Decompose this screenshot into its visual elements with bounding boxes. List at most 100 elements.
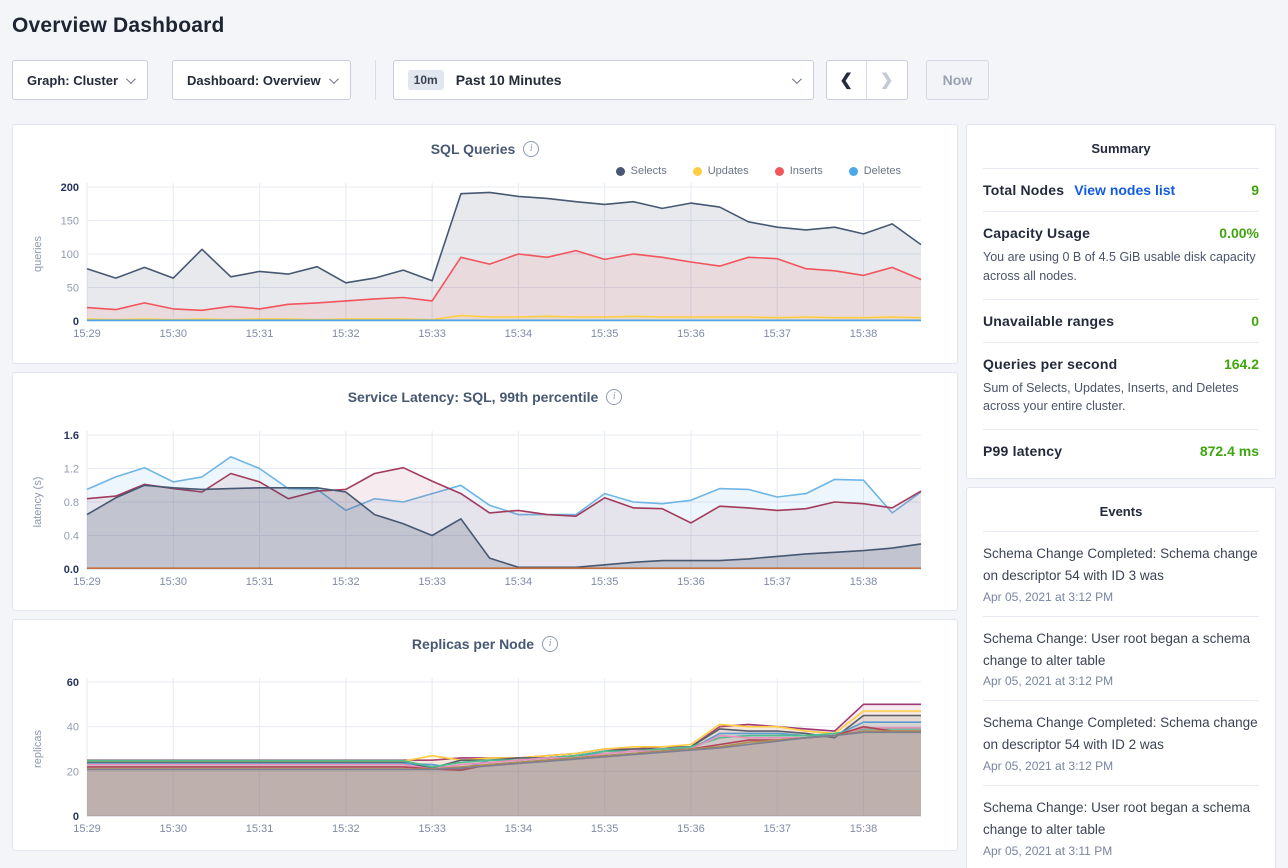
info-icon[interactable]: i (523, 141, 539, 157)
time-next-button[interactable]: ❯ (867, 61, 907, 99)
info-icon[interactable]: i (606, 389, 622, 405)
service-latency-chart[interactable]: 0.00.40.81.21.615:2915:3015:3115:3215:33… (29, 427, 943, 599)
chart-title: Replicas per Node (412, 636, 534, 652)
svg-text:40: 40 (67, 722, 79, 734)
main-content: SQL Queries i Selects Updates Inserts De… (12, 124, 1276, 868)
svg-text:15:30: 15:30 (160, 823, 188, 835)
svg-text:replicas: replicas (32, 730, 44, 768)
event-text: Schema Change: User root began a schema … (983, 628, 1259, 672)
charts-column: SQL Queries i Selects Updates Inserts De… (12, 124, 958, 851)
dashboard-dropdown-label: Dashboard: Overview (187, 73, 321, 88)
events-heading: Events (983, 488, 1259, 531)
svg-text:150: 150 (61, 216, 79, 228)
now-button[interactable]: Now (926, 60, 990, 100)
time-range-selector[interactable]: 10m Past 10 Minutes (393, 60, 814, 100)
svg-text:200: 200 (61, 182, 79, 194)
svg-text:15:38: 15:38 (850, 328, 878, 340)
total-nodes-label: Total Nodes (983, 182, 1064, 198)
svg-text:50: 50 (67, 283, 79, 295)
unavailable-ranges-label: Unavailable ranges (983, 313, 1114, 329)
summary-heading: Summary (983, 125, 1259, 168)
chevron-down-icon (126, 74, 136, 84)
svg-text:0.4: 0.4 (64, 531, 79, 543)
p99-latency-value: 872.4 ms (1200, 443, 1259, 459)
legend-item: Updates (693, 163, 749, 179)
svg-text:100: 100 (61, 249, 79, 261)
toolbar-divider (375, 60, 376, 100)
summary-row-qps: Queries per second 164.2 Sum of Selects,… (983, 342, 1259, 430)
chevron-down-icon (329, 74, 339, 84)
svg-text:0.8: 0.8 (64, 497, 79, 509)
qps-label: Queries per second (983, 356, 1117, 372)
sidebar: Summary Total Nodes View nodes list 9 Ca… (966, 124, 1276, 868)
svg-text:15:29: 15:29 (73, 576, 101, 588)
qps-value: 164.2 (1224, 356, 1259, 372)
event-timestamp: Apr 05, 2021 at 3:12 PM (983, 674, 1259, 688)
p99-latency-label: P99 latency (983, 443, 1062, 459)
sql-queries-panel: SQL Queries i Selects Updates Inserts De… (12, 124, 958, 364)
info-icon[interactable]: i (542, 636, 558, 652)
svg-text:15:37: 15:37 (763, 328, 791, 340)
event-text: Schema Change: User root began a schema … (983, 797, 1259, 841)
graph-dropdown-label: Graph: Cluster (27, 73, 118, 88)
legend-label: Updates (708, 165, 749, 177)
svg-text:15:36: 15:36 (677, 823, 705, 835)
svg-text:15:29: 15:29 (73, 328, 101, 340)
capacity-label: Capacity Usage (983, 225, 1090, 241)
svg-text:1.6: 1.6 (64, 430, 79, 442)
time-range-badge: 10m (408, 70, 444, 90)
svg-text:15:37: 15:37 (763, 576, 791, 588)
svg-text:15:36: 15:36 (677, 576, 705, 588)
summary-panel: Summary Total Nodes View nodes list 9 Ca… (966, 124, 1276, 479)
capacity-subtext: You are using 0 B of 4.5 GiB usable disk… (983, 248, 1259, 286)
svg-text:latency (s): latency (s) (32, 477, 44, 528)
event-timestamp: Apr 05, 2021 at 3:12 PM (983, 590, 1259, 604)
event-list-item: Schema Change: User root began a schema … (983, 616, 1259, 701)
svg-text:15:31: 15:31 (246, 576, 274, 588)
capacity-value: 0.00% (1219, 225, 1259, 241)
dashboard-dropdown[interactable]: Dashboard: Overview (172, 60, 351, 100)
legend-label: Inserts (790, 165, 823, 177)
legend-label: Selects (631, 165, 667, 177)
svg-text:0: 0 (73, 811, 79, 823)
svg-text:15:33: 15:33 (418, 328, 446, 340)
svg-text:15:30: 15:30 (160, 576, 188, 588)
svg-text:15:30: 15:30 (160, 328, 188, 340)
event-text: Schema Change Completed: Schema change o… (983, 543, 1259, 587)
svg-text:15:33: 15:33 (418, 576, 446, 588)
svg-text:15:32: 15:32 (332, 328, 360, 340)
summary-row-unavailable: Unavailable ranges 0 (983, 299, 1259, 342)
svg-text:15:32: 15:32 (332, 823, 360, 835)
svg-text:15:34: 15:34 (505, 328, 533, 340)
svg-text:15:32: 15:32 (332, 576, 360, 588)
svg-text:0: 0 (73, 316, 79, 328)
svg-text:1.2: 1.2 (64, 464, 79, 476)
legend-label: Deletes (864, 165, 901, 177)
svg-text:15:34: 15:34 (505, 823, 533, 835)
chart-title: Service Latency: SQL, 99th percentile (348, 389, 599, 405)
svg-text:15:31: 15:31 (246, 823, 274, 835)
svg-text:15:29: 15:29 (73, 823, 101, 835)
chevron-down-icon (792, 74, 802, 84)
graph-dropdown[interactable]: Graph: Cluster (12, 60, 148, 100)
svg-text:15:38: 15:38 (850, 576, 878, 588)
replicas-per-node-chart[interactable]: 020406015:2915:3015:3115:3215:3315:3415:… (29, 674, 943, 846)
summary-row-p99: P99 latency 872.4 ms (983, 429, 1259, 472)
total-nodes-value: 9 (1251, 182, 1259, 198)
legend-item: Inserts (775, 163, 823, 179)
legend-item: Selects (616, 163, 667, 179)
service-latency-panel: Service Latency: SQL, 99th percentile i … (12, 372, 958, 611)
qps-subtext: Sum of Selects, Updates, Inserts, and De… (983, 379, 1259, 417)
time-range-label: Past 10 Minutes (456, 72, 792, 88)
legend-dot (775, 167, 784, 176)
sql-queries-chart[interactable]: 05010015020015:2915:3015:3115:3215:3315:… (29, 179, 943, 351)
time-prev-button[interactable]: ❮ (827, 61, 867, 99)
unavailable-ranges-value: 0 (1251, 313, 1259, 329)
chart-legend: Selects Updates Inserts Deletes (29, 163, 901, 179)
time-nav-group: ❮ ❯ (826, 60, 908, 100)
svg-text:15:35: 15:35 (591, 576, 619, 588)
view-nodes-list-link[interactable]: View nodes list (1074, 182, 1175, 198)
event-timestamp: Apr 05, 2021 at 3:12 PM (983, 759, 1259, 773)
event-list-item: Schema Change Completed: Schema change o… (983, 531, 1259, 616)
legend-item: Deletes (849, 163, 901, 179)
